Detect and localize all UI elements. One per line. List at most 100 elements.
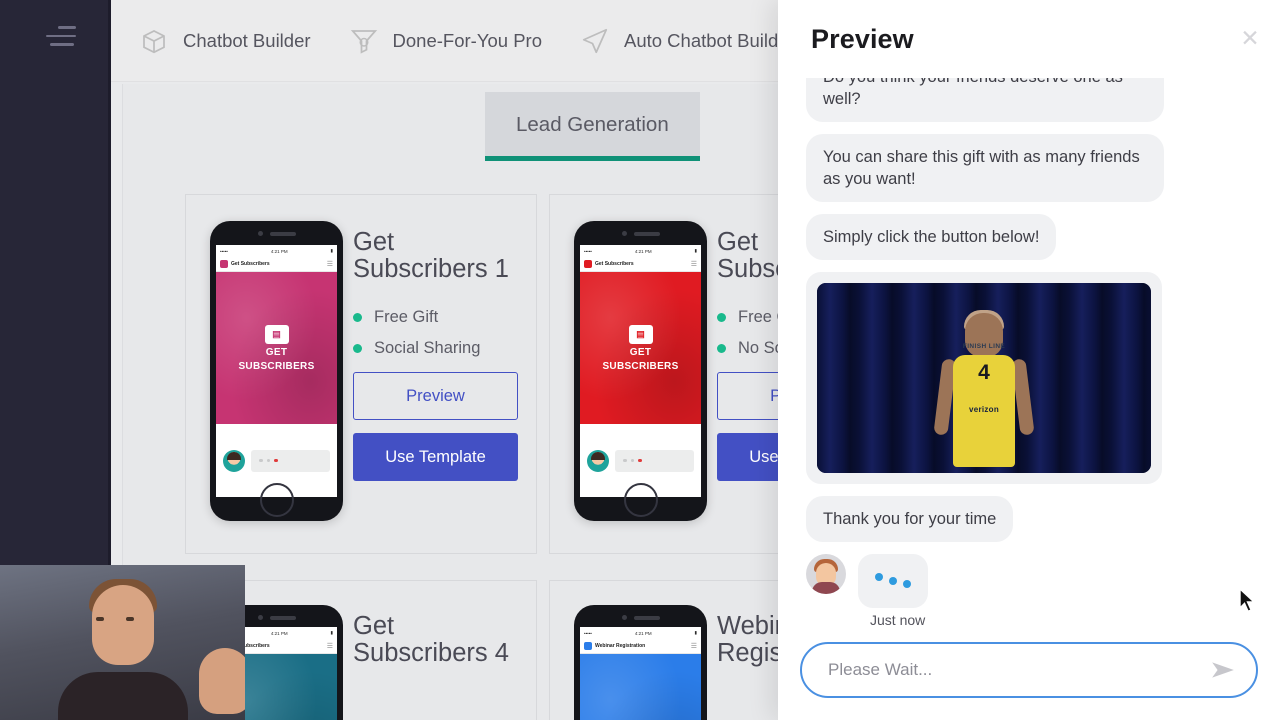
template-details: Get Subscribers 1 Free Gift Social Shari…	[353, 221, 518, 553]
chat-message-closing: Thank you for your time	[806, 496, 1014, 542]
basketball-player-figure: FINISH LINE 4 verizon	[924, 305, 1044, 473]
close-icon[interactable]: ✕	[1234, 22, 1266, 54]
chat-message: Simply click the button below!	[806, 214, 1057, 260]
phone-app-logo	[584, 642, 592, 650]
preview-title: Preview	[811, 23, 914, 54]
presenter-eye-left	[96, 617, 104, 621]
box-icon	[143, 29, 165, 53]
phone-appbar: Webinar Registration ☰	[580, 639, 701, 654]
phone-speaker	[621, 615, 660, 620]
avatar-body	[812, 582, 840, 594]
phone-speaker	[257, 615, 296, 620]
hero-badge-icon: ▤	[628, 324, 653, 344]
presenter-hand	[199, 648, 245, 714]
presenter-torso	[57, 672, 188, 720]
paper-plane-icon	[582, 28, 608, 53]
jersey-number: 4	[978, 361, 990, 384]
preview-panel: Preview ✕ Do you think your friends dese…	[778, 0, 1280, 720]
gif-image: FINISH LINE 4 verizon	[817, 283, 1151, 473]
template-title: Get Subscribers 1	[353, 228, 509, 283]
nav-label: Done-For-You Pro	[392, 29, 542, 51]
phone-statusbar: ••••• 4:21 PM▮	[584, 248, 697, 254]
hero-badge-icon: ▤	[264, 324, 289, 344]
phone-speaker	[257, 231, 296, 236]
phone-menu-icon: ☰	[690, 261, 697, 268]
nav-item-chatbot-builder[interactable]: Chatbot Builder	[139, 26, 311, 56]
jersey-brand: verizon	[968, 405, 1000, 414]
message-timestamp: Just now	[870, 612, 926, 628]
phone-app-logo	[584, 260, 592, 268]
phone-menu-icon: ☰	[326, 261, 333, 268]
sidebar: ot lates ng cs ls gs	[0, 0, 108, 566]
template-feature: Social Sharing	[353, 338, 518, 358]
phone-hero	[580, 654, 701, 720]
nav-label: Auto Chatbot Builder	[623, 29, 795, 51]
hero-line-2: SUBSCRIBERS	[238, 360, 315, 372]
funnel-icon	[350, 29, 377, 54]
preview-button[interactable]: Preview	[353, 372, 518, 420]
send-icon[interactable]	[1208, 657, 1238, 683]
typing-indicator	[858, 554, 928, 608]
hero-line-2: SUBSCRIBERS	[602, 360, 679, 372]
bullet-icon	[353, 344, 362, 353]
chat-transcript[interactable]: Do you think your friends deserve one as…	[778, 78, 1280, 630]
template-card[interactable]: ••••• 4:21 PM ▮ Get Subscribers ☰ ▤ GET …	[185, 194, 537, 554]
phone-screen: ••••• 4:21 PM ▮ Get Subscribers ☰ ▤ GET …	[216, 245, 337, 497]
phone-statusbar: ••••• 4:21 PM▮	[220, 248, 333, 254]
phone-avatar	[587, 449, 609, 472]
mouse-cursor	[1239, 588, 1256, 613]
phone-bubble	[251, 449, 330, 472]
phone-app-title: Get Subscribers	[595, 261, 634, 267]
message-input[interactable]	[828, 660, 1200, 680]
phone-screen: ••••• 4:21 PM ▮ Get Subscribers ☰ ▤ GET …	[580, 245, 701, 497]
chat-message: You can share this gift with as many fri…	[806, 134, 1164, 202]
hero-line-1: GET	[265, 346, 288, 358]
template-title: Get Subscribers 4	[353, 612, 509, 667]
avatar	[806, 554, 846, 594]
phone-hero: ▤ GET SUBSCRIBERS	[216, 272, 337, 424]
phone-appbar: Get Subscribers ☰	[580, 257, 701, 272]
phone-avatar	[223, 449, 245, 472]
phone-home-button	[623, 483, 658, 517]
feature-label: Social Sharing	[374, 339, 481, 357]
phone-app-title: Webinar Registration	[595, 643, 646, 649]
hamburger-icon[interactable]	[46, 26, 76, 52]
phone-menu-icon: ☰	[690, 643, 697, 650]
bullet-icon	[717, 313, 726, 322]
nav-item-done-for-you-pro[interactable]: Done-For-You Pro	[349, 26, 542, 56]
nav-item-auto-chatbot-builder[interactable]: Auto Chatbot Builder	[580, 26, 795, 56]
bot-typing-row	[806, 554, 1252, 608]
head	[965, 313, 1003, 357]
template-details: Get Subscribers 4	[353, 605, 518, 720]
tab-lead-generation[interactable]: Lead Generation	[485, 92, 700, 156]
preview-header: Preview ✕	[778, 0, 1280, 78]
template-feature: Free Gift	[353, 307, 518, 327]
phone-statusbar: ••••• 4:21 PM▮	[584, 630, 697, 636]
phone-home-button	[259, 483, 294, 517]
presenter-head	[91, 585, 154, 665]
phone-menu-icon: ☰	[326, 643, 333, 650]
webcam-video-overlay	[0, 565, 245, 720]
phone-app-logo	[220, 260, 228, 268]
phone-mockup: ••••• 4:21 PM ▮ Webinar Registration ☰	[574, 605, 707, 720]
phone-speaker	[621, 231, 660, 236]
chat-message: Do you think your friends deserve one as…	[806, 78, 1164, 122]
phone-app-title: Get Subscribers	[231, 261, 270, 267]
phone-hero: ▤ GET SUBSCRIBERS	[580, 272, 701, 424]
tab-bar: Lead Generation	[485, 92, 700, 161]
phone-mockup: ••••• 4:21 PM ▮ Get Subscribers ☰ ▤ GET …	[574, 221, 707, 521]
bullet-icon	[353, 313, 362, 322]
phone-bubble	[615, 449, 694, 472]
use-template-button[interactable]: Use Template	[353, 433, 518, 481]
presenter-eye-right	[126, 617, 134, 621]
phone-appbar: Get Subscribers ☰	[216, 257, 337, 272]
phone-mockup: ••••• 4:21 PM ▮ Get Subscribers ☰ ▤ GET …	[210, 221, 343, 521]
bullet-icon	[717, 344, 726, 353]
jersey-tag: FINISH LINE	[962, 343, 1006, 350]
nav-label: Chatbot Builder	[183, 29, 311, 51]
phone-screen: ••••• 4:21 PM ▮ Webinar Registration ☰	[580, 627, 701, 720]
tab-active-underline	[485, 156, 700, 161]
chat-media-card[interactable]: FINISH LINE 4 verizon	[806, 272, 1162, 484]
composer-box[interactable]	[800, 642, 1258, 698]
feature-label: Free Gift	[374, 308, 439, 326]
